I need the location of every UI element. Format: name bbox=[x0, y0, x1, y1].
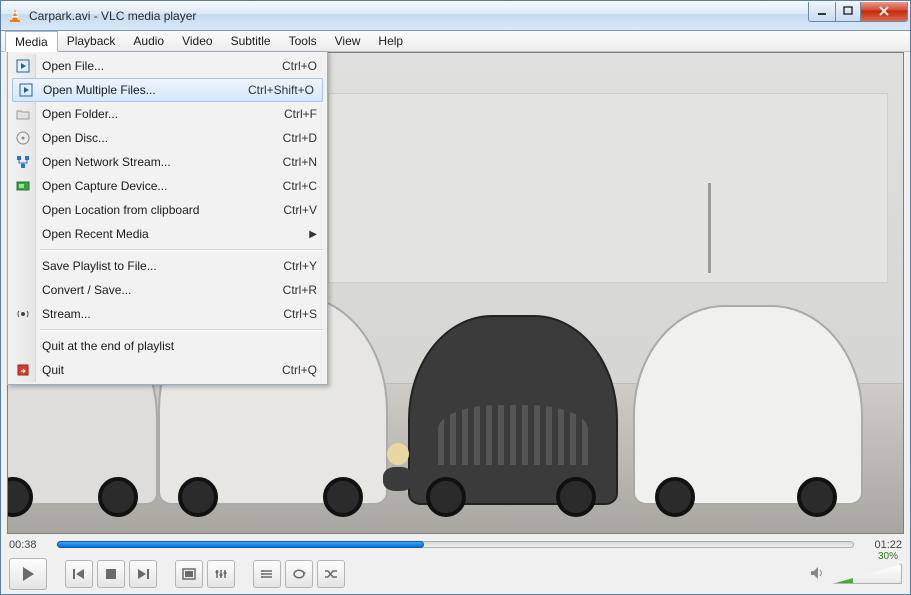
menubar: Media Playback Audio Video Subtitle Tool… bbox=[1, 31, 910, 52]
menu-open-network-stream[interactable]: Open Network Stream... Ctrl+N bbox=[10, 150, 325, 174]
menu-stream[interactable]: Stream... Ctrl+S bbox=[10, 302, 325, 326]
menu-open-location-clipboard[interactable]: Open Location from clipboard Ctrl+V bbox=[10, 198, 325, 222]
play-file-icon bbox=[18, 82, 34, 98]
car bbox=[633, 305, 863, 505]
speaker-icon[interactable] bbox=[810, 566, 826, 583]
character bbox=[378, 443, 418, 493]
menu-convert-save[interactable]: Convert / Save... Ctrl+R bbox=[10, 278, 325, 302]
menu-open-capture-device[interactable]: Open Capture Device... Ctrl+C bbox=[10, 174, 325, 198]
network-icon bbox=[15, 154, 31, 170]
menu-quit[interactable]: Quit Ctrl+Q bbox=[10, 358, 325, 382]
menu-audio[interactable]: Audio bbox=[124, 31, 173, 51]
quit-icon bbox=[15, 362, 31, 378]
seek-slider[interactable] bbox=[57, 538, 854, 552]
play-button[interactable] bbox=[9, 558, 47, 590]
menu-open-recent-media[interactable]: Open Recent Media ▶ bbox=[10, 222, 325, 246]
menu-subtitle[interactable]: Subtitle bbox=[222, 31, 280, 51]
volume-slider[interactable] bbox=[832, 564, 902, 584]
vlc-cone-icon bbox=[7, 8, 23, 24]
menu-separator bbox=[40, 329, 323, 331]
disc-icon bbox=[15, 130, 31, 146]
titlebar[interactable]: Carpark.avi - VLC media player bbox=[1, 1, 910, 31]
menu-open-multiple-files[interactable]: Open Multiple Files... Ctrl+Shift+O bbox=[12, 78, 323, 102]
stop-button[interactable] bbox=[97, 560, 125, 588]
menu-save-playlist[interactable]: Save Playlist to File... Ctrl+Y bbox=[10, 254, 325, 278]
menu-tools[interactable]: Tools bbox=[280, 31, 326, 51]
menu-open-folder[interactable]: Open Folder... Ctrl+F bbox=[10, 102, 325, 126]
window-buttons bbox=[809, 2, 908, 22]
loop-button[interactable] bbox=[285, 560, 313, 588]
volume-control: 30% bbox=[810, 564, 902, 584]
menu-separator bbox=[40, 249, 323, 251]
background-building bbox=[328, 93, 888, 283]
capture-icon bbox=[15, 178, 31, 194]
menu-media[interactable]: Media bbox=[5, 31, 58, 52]
submenu-arrow-icon: ▶ bbox=[309, 229, 317, 240]
menu-playback[interactable]: Playback bbox=[58, 31, 125, 51]
stream-icon bbox=[15, 306, 31, 322]
lamp-post bbox=[708, 183, 711, 273]
menu-open-file[interactable]: Open File... Ctrl+O bbox=[10, 54, 325, 78]
menu-help[interactable]: Help bbox=[369, 31, 412, 51]
previous-button[interactable] bbox=[65, 560, 93, 588]
menu-view[interactable]: View bbox=[326, 31, 370, 51]
shuffle-button[interactable] bbox=[317, 560, 345, 588]
menu-open-disc[interactable]: Open Disc... Ctrl+D bbox=[10, 126, 325, 150]
playlist-button[interactable] bbox=[253, 560, 281, 588]
volume-percent-label: 30% bbox=[878, 551, 898, 562]
media-dropdown: Open File... Ctrl+O Open Multiple Files.… bbox=[7, 51, 328, 385]
menu-video[interactable]: Video bbox=[173, 31, 221, 51]
folder-icon bbox=[15, 106, 31, 122]
elapsed-time[interactable]: 00:38 bbox=[9, 539, 49, 551]
minimize-button[interactable] bbox=[808, 2, 836, 22]
maximize-button[interactable] bbox=[835, 2, 861, 22]
menu-quit-end-playlist[interactable]: Quit at the end of playlist bbox=[10, 334, 325, 358]
app-window: Carpark.avi - VLC media player Media Pla… bbox=[0, 0, 911, 595]
controls-bar: 00:38 01:22 bbox=[1, 534, 910, 594]
total-time[interactable]: 01:22 bbox=[862, 539, 902, 551]
close-button[interactable] bbox=[860, 2, 908, 22]
extended-settings-button[interactable] bbox=[207, 560, 235, 588]
next-button[interactable] bbox=[129, 560, 157, 588]
play-file-icon bbox=[15, 58, 31, 74]
fullscreen-button[interactable] bbox=[175, 560, 203, 588]
car bbox=[408, 315, 618, 505]
window-title: Carpark.avi - VLC media player bbox=[29, 9, 196, 23]
